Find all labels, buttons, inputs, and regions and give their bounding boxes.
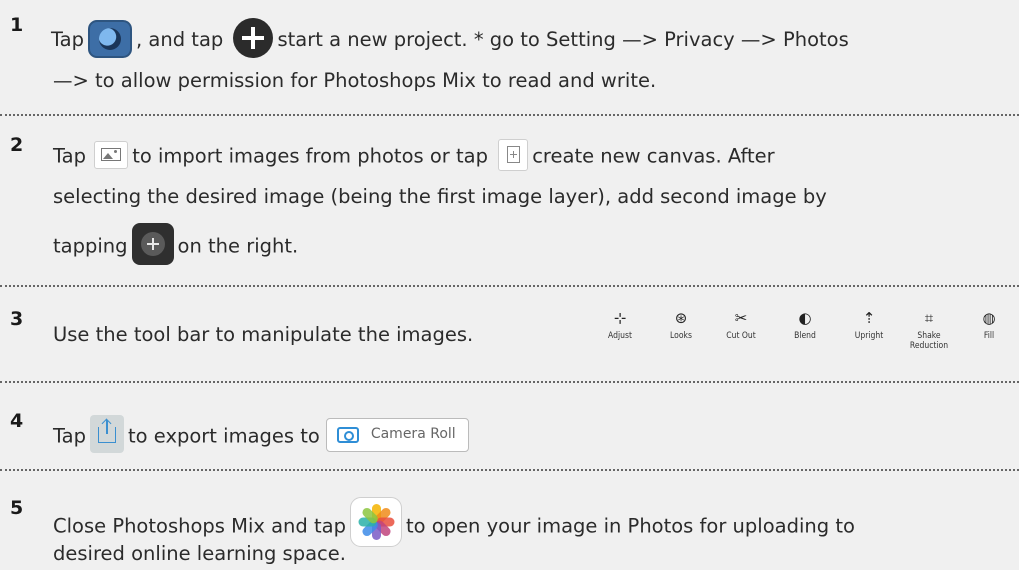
shake-reduction-icon: ⌗ bbox=[924, 309, 934, 327]
step-number: 3 bbox=[10, 308, 24, 330]
blend-icon: ◐ bbox=[798, 309, 812, 327]
tool-upright[interactable]: ⇡ Upright bbox=[841, 307, 897, 341]
step-2-line-3: tapping on the right. bbox=[53, 223, 298, 271]
tool-adjust[interactable]: ⊹ Adjust bbox=[592, 307, 648, 341]
step-4-line: Tap to export images to Camera Roll bbox=[53, 415, 469, 459]
tool-blend[interactable]: ◐ Blend bbox=[777, 307, 833, 341]
import-image-icon[interactable] bbox=[94, 141, 129, 169]
separator bbox=[0, 114, 1019, 116]
step-3-text: Use the tool bar to manipulate the image… bbox=[53, 323, 474, 346]
add-layer-icon[interactable] bbox=[131, 223, 174, 265]
fill-icon: ◍ bbox=[982, 309, 996, 327]
step-number: 4 bbox=[10, 410, 24, 432]
step-number: 1 bbox=[10, 14, 24, 36]
new-canvas-icon[interactable] bbox=[498, 139, 529, 171]
scissors-icon: ✂ bbox=[734, 309, 748, 327]
camera-icon bbox=[336, 426, 359, 443]
upright-icon: ⇡ bbox=[862, 309, 876, 327]
step-2-line-1: Tap to import images from photos or tap … bbox=[53, 139, 775, 175]
adjust-icon: ⊹ bbox=[613, 309, 627, 327]
tool-looks[interactable]: ⊛ Looks bbox=[653, 307, 709, 341]
tool-bar: ⊹ Adjust ⊛ Looks ✂ Cut Out ◐ Blend ⇡ Upr… bbox=[570, 307, 1019, 369]
tool-cut-out[interactable]: ✂ Cut Out bbox=[713, 307, 769, 341]
step-2-line-2: selecting the desired image (being the f… bbox=[53, 185, 827, 208]
looks-icon: ⊛ bbox=[674, 309, 688, 327]
step-1-line-1: Tap, and tap start a new project. * go t… bbox=[51, 18, 849, 63]
photoshop-mix-app-icon[interactable] bbox=[88, 20, 133, 58]
step-1-line-2: —> to allow permission for Photoshops Mi… bbox=[53, 69, 657, 92]
photos-app-icon[interactable] bbox=[349, 497, 402, 547]
separator bbox=[0, 285, 1019, 287]
share-export-icon[interactable] bbox=[90, 415, 125, 453]
separator bbox=[0, 381, 1019, 383]
step-number: 2 bbox=[10, 134, 24, 156]
new-project-plus-icon[interactable] bbox=[233, 18, 274, 58]
tool-fill[interactable]: ◍ Fill bbox=[961, 307, 1017, 341]
step-5-line-2: desired online learning space. bbox=[53, 542, 346, 565]
tool-shake-reduction[interactable]: ⌗ Shake Reduction bbox=[901, 307, 957, 351]
separator bbox=[0, 469, 1019, 471]
step-number: 5 bbox=[10, 497, 24, 519]
camera-roll-button[interactable]: Camera Roll bbox=[325, 417, 469, 452]
